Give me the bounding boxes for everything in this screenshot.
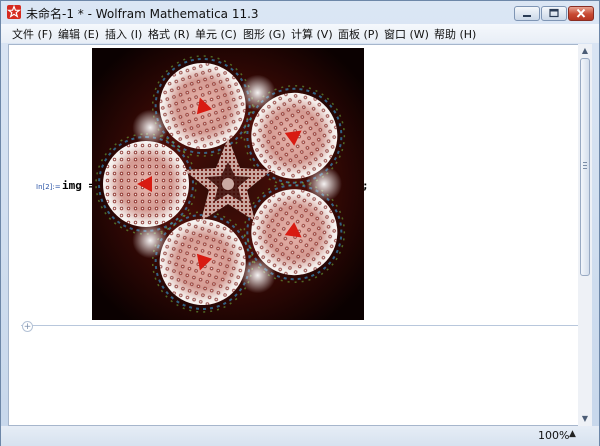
status-bar: 100% ▲ xyxy=(1,426,599,446)
notebook-area[interactable]: In[2]:= img = ; + xyxy=(8,44,592,426)
fractal-image[interactable] xyxy=(92,48,364,320)
plus-icon[interactable]: + xyxy=(22,321,33,332)
zoom-level[interactable]: 100% xyxy=(538,429,569,442)
menu-evaluation[interactable]: 计算 (V) xyxy=(291,26,333,42)
scroll-grip-line xyxy=(583,168,587,169)
menu-palettes[interactable]: 面板 (P) xyxy=(338,26,379,42)
menu-cell[interactable]: 单元 (C) xyxy=(195,26,237,42)
title-bar[interactable]: 未命名-1 * - Wolfram Mathematica 11.3 xyxy=(1,1,599,23)
minimize-button[interactable] xyxy=(514,6,540,21)
input-cell-label: In[2]:= xyxy=(36,183,61,191)
menu-bar: 文件 (F) 编辑 (E) 插入 (I) 格式 (R) 单元 (C) 图形 (G… xyxy=(1,24,599,43)
menu-edit[interactable]: 编辑 (E) xyxy=(58,26,99,42)
scroll-thumb[interactable] xyxy=(580,58,590,276)
maximize-button[interactable] xyxy=(541,6,567,21)
menu-format[interactable]: 格式 (R) xyxy=(148,26,190,42)
scroll-grip-line xyxy=(583,162,587,163)
input-code-end[interactable]: ; xyxy=(362,179,369,192)
scroll-down-icon[interactable]: ▼ xyxy=(578,412,592,426)
close-icon xyxy=(576,8,586,18)
maximize-icon xyxy=(549,8,559,18)
close-button[interactable] xyxy=(568,6,594,21)
input-code[interactable]: img = xyxy=(62,179,95,192)
zoom-dropdown-icon[interactable]: ▲ xyxy=(569,429,576,439)
menu-file[interactable]: 文件 (F) xyxy=(12,26,52,42)
window-title: 未命名-1 * - Wolfram Mathematica 11.3 xyxy=(26,7,259,21)
cell-insertion-line[interactable] xyxy=(21,325,583,326)
mathematica-logo-icon[interactable] xyxy=(7,5,21,19)
scroll-grip-line xyxy=(583,165,587,166)
scroll-up-icon[interactable]: ▲ xyxy=(578,44,592,58)
menu-graphics[interactable]: 图形 (G) xyxy=(243,26,286,42)
menu-window[interactable]: 窗口 (W) xyxy=(384,26,429,42)
menu-help[interactable]: 帮助 (H) xyxy=(434,26,476,42)
mathematica-window: 未命名-1 * - Wolfram Mathematica 11.3 文件 (F… xyxy=(0,0,600,446)
vertical-scrollbar[interactable]: ▲ ▼ xyxy=(578,44,592,426)
minimize-icon xyxy=(523,15,531,17)
menu-insert[interactable]: 插入 (I) xyxy=(105,26,142,42)
